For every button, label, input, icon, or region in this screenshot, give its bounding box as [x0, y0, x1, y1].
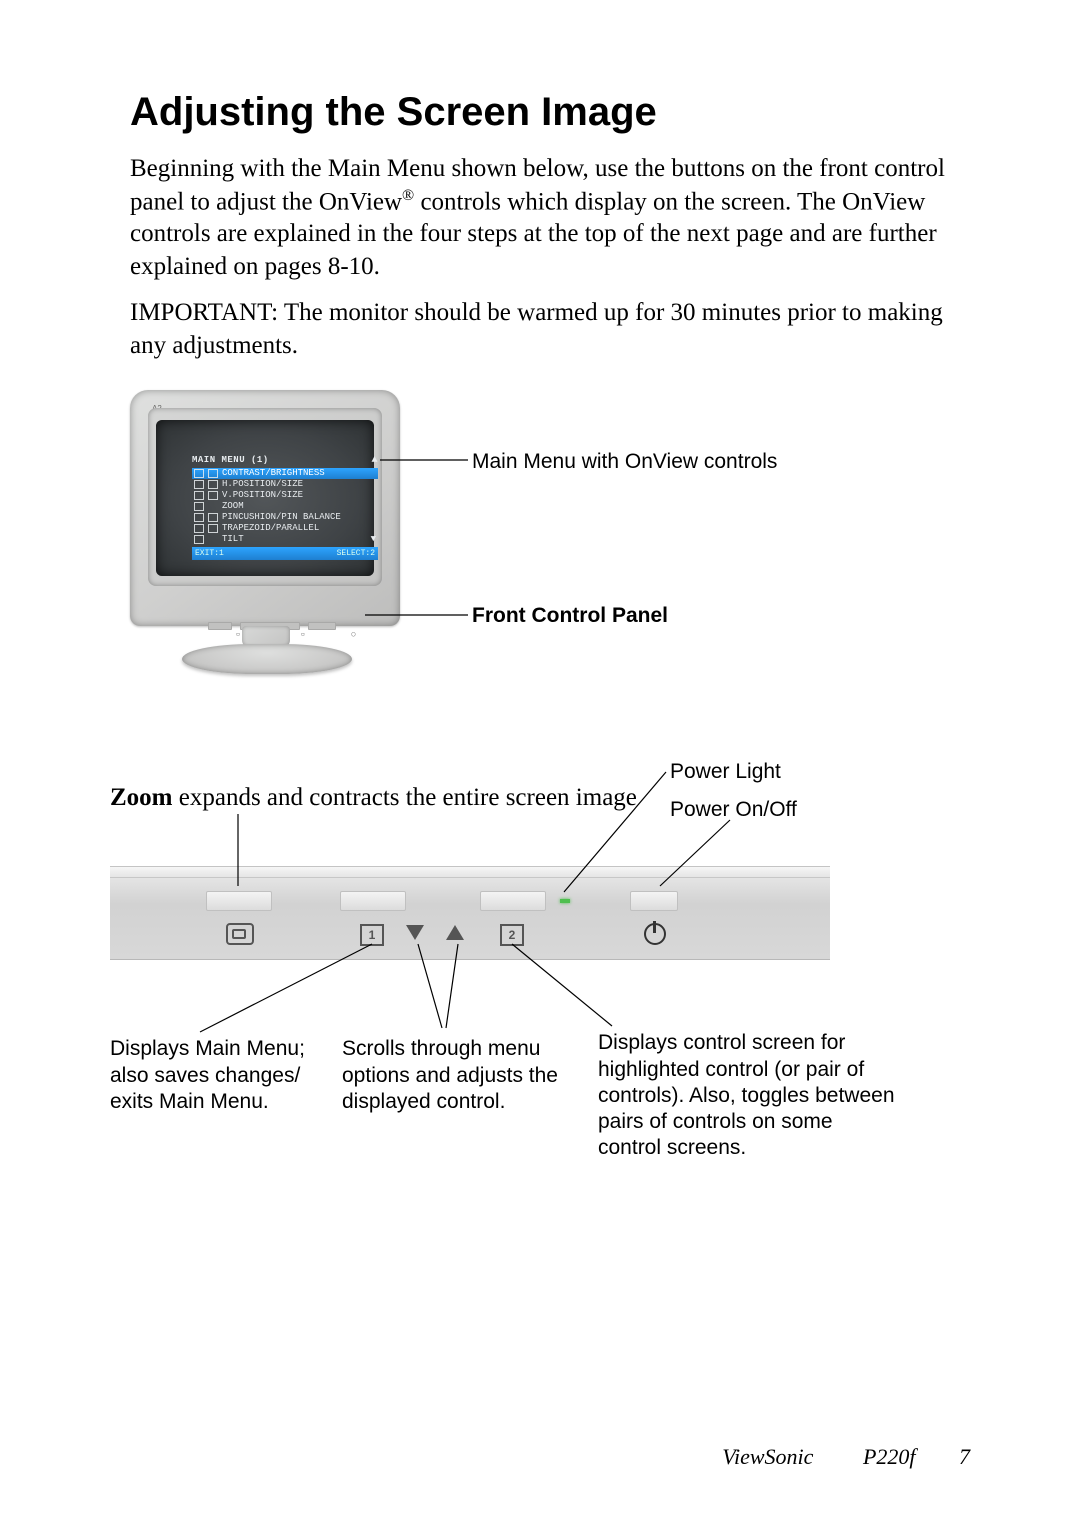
button-1-icon: 1	[360, 923, 384, 946]
onview-title: MAIN MENU (1)	[192, 455, 269, 466]
label-power-light: Power Light	[670, 760, 781, 784]
callout-main-menu: Main Menu with OnView controls	[472, 450, 777, 474]
footer-model: P220f	[863, 1444, 916, 1469]
down-arrow-icon: ▼	[371, 534, 376, 545]
page-heading: Adjusting the Screen Image	[130, 90, 970, 135]
manual-page: Adjusting the Screen Image Beginning wit…	[0, 0, 1080, 1528]
label-power-onoff: Power On/Off	[670, 798, 797, 822]
intro-paragraph: Beginning with the Main Menu shown below…	[130, 153, 960, 283]
vpos-icon	[194, 491, 204, 500]
page-footer: ViewSonic P220f 7	[722, 1444, 970, 1470]
onview-footer-left: EXIT:1	[195, 548, 224, 559]
power-led-icon	[560, 899, 570, 903]
registered-mark: ®	[402, 187, 414, 204]
crt-stand	[216, 626, 316, 690]
up-arrow-icon: ▲	[371, 455, 378, 466]
pincushion-icon	[194, 513, 204, 522]
menu-item: V.POSITION/SIZE	[222, 490, 303, 501]
desc-button-1: Displays Main Menu; also saves changes/ …	[110, 1036, 320, 1115]
crt-monitor-illustration: A2 MAIN MENU (1) ▲ CONTRAST/BRIGHTNESS H…	[130, 390, 410, 690]
power-button[interactable]	[630, 891, 678, 911]
trapezoid-icon	[194, 524, 204, 533]
menu-item: ZOOM	[222, 501, 244, 512]
zoom-glyph-icon	[226, 923, 254, 951]
crt-body: A2 MAIN MENU (1) ▲ CONTRAST/BRIGHTNESS H…	[130, 390, 400, 626]
zoom-caption: Zoom expands and contracts the entire sc…	[110, 784, 637, 812]
up-triangle-icon	[446, 923, 464, 946]
hpos-icon	[194, 480, 204, 489]
figure-monitor: A2 MAIN MENU (1) ▲ CONTRAST/BRIGHTNESS H…	[130, 390, 970, 710]
menu-1-button[interactable]	[340, 891, 406, 911]
zoom-bold: Zoom	[110, 784, 173, 811]
menu-item: H.POSITION/SIZE	[222, 479, 303, 490]
footer-brand: ViewSonic	[722, 1444, 813, 1469]
zoom-button[interactable]	[206, 891, 272, 911]
pinbalance-icon	[208, 513, 218, 522]
hsize-icon	[208, 480, 218, 489]
zoom-icon	[194, 502, 204, 511]
power-glyph-icon	[644, 923, 666, 951]
menu-item: CONTRAST/BRIGHTNESS	[222, 468, 325, 479]
menu-item: TILT	[222, 534, 244, 545]
contrast-icon	[194, 469, 204, 478]
menu-item: TRAPEZOID/PARALLEL	[222, 523, 319, 534]
tilt-icon	[194, 535, 204, 544]
button-2-icon: 2	[500, 923, 524, 946]
footer-page-number: 7	[959, 1444, 970, 1469]
important-note: IMPORTANT: The monitor should be warmed …	[130, 297, 960, 362]
brightness-icon	[208, 469, 218, 478]
onview-footer-right: SELECT:2	[337, 548, 375, 559]
desc-button-2: Displays control screen for highlighted …	[598, 1030, 898, 1161]
menu-item: PINCUSHION/PIN BALANCE	[222, 512, 341, 523]
vsize-icon	[208, 491, 218, 500]
onview-menu: MAIN MENU (1) ▲ CONTRAST/BRIGHTNESS H.PO…	[192, 455, 378, 560]
down-triangle-icon	[406, 923, 424, 946]
zoom-text: expands and contracts the entire screen …	[173, 784, 637, 811]
desc-arrows: Scrolls through menu options and adjusts…	[342, 1036, 562, 1115]
callout-front-panel: Front Control Panel	[472, 604, 668, 628]
crt-control-panel: ▫ ▫ ▾ ▴ ▫ ○	[140, 608, 390, 624]
menu-2-button[interactable]	[480, 891, 546, 911]
figure-front-panel: Zoom expands and contracts the entire sc…	[130, 760, 970, 1190]
parallel-icon	[208, 524, 218, 533]
front-panel-strip: 1 2	[110, 866, 830, 960]
